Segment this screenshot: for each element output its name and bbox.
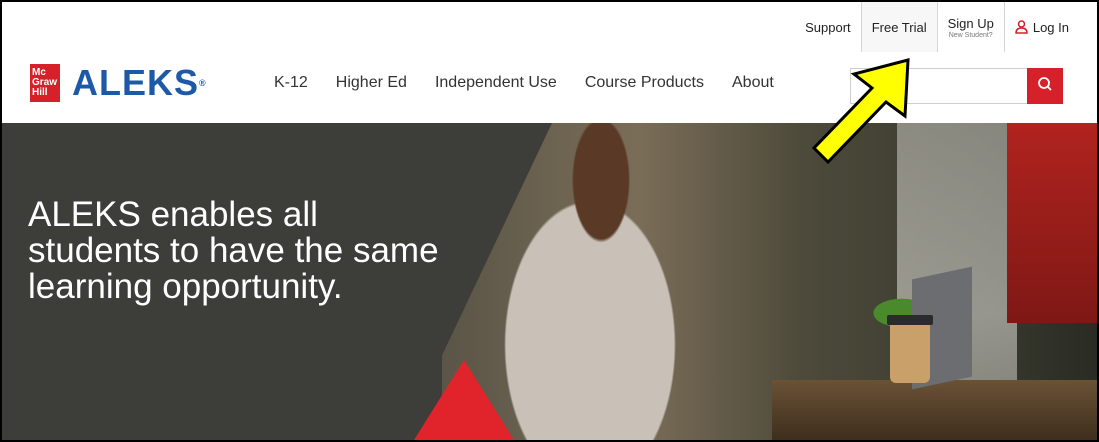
utility-bar: Support Free Trial Sign Up New Student? … bbox=[795, 2, 1079, 52]
nav-k12[interactable]: K-12 bbox=[274, 74, 308, 92]
mcgraw-hill-aleks-logo[interactable]: Mc Graw Hill ALEKS® bbox=[30, 64, 207, 102]
photo-table bbox=[772, 380, 1097, 440]
nav-course-products[interactable]: Course Products bbox=[585, 74, 704, 92]
free-trial-link[interactable]: Free Trial bbox=[860, 2, 937, 52]
sign-up-link[interactable]: Sign Up New Student? bbox=[936, 2, 1004, 52]
photo-coffee-cup bbox=[887, 315, 933, 383]
hero-headline: ALEKS enables all students to have the s… bbox=[28, 195, 439, 306]
registered-mark: ® bbox=[199, 78, 207, 88]
yellow-arrow-annotation bbox=[811, 58, 910, 165]
nav-independent-use[interactable]: Independent Use bbox=[435, 74, 557, 92]
mcgraw-hill-badge: Mc Graw Hill bbox=[30, 64, 60, 102]
support-label: Support bbox=[805, 19, 851, 35]
free-trial-label: Free Trial bbox=[871, 19, 927, 35]
photo-red-wall bbox=[1007, 123, 1097, 323]
browser-page: Support Free Trial Sign Up New Student? … bbox=[0, 0, 1099, 442]
sign-up-sublabel: New Student? bbox=[948, 31, 993, 39]
main-nav: K-12 Higher Ed Independent Use Course Pr… bbox=[274, 74, 774, 92]
search-button[interactable] bbox=[1027, 68, 1063, 104]
log-in-link[interactable]: Log In bbox=[1003, 2, 1079, 52]
sign-up-label: Sign Up bbox=[947, 15, 994, 31]
support-link[interactable]: Support bbox=[795, 2, 861, 52]
search-icon bbox=[1037, 76, 1053, 97]
hero-red-triangle bbox=[414, 360, 514, 440]
brand-text: ALEKS bbox=[72, 62, 200, 103]
aleks-wordmark: ALEKS® bbox=[72, 64, 207, 102]
nav-about[interactable]: About bbox=[732, 74, 774, 92]
log-in-label: Log In bbox=[1032, 19, 1069, 35]
person-icon bbox=[1015, 20, 1028, 34]
badge-line-3: Hill bbox=[32, 87, 48, 98]
nav-higher-ed[interactable]: Higher Ed bbox=[336, 74, 407, 92]
